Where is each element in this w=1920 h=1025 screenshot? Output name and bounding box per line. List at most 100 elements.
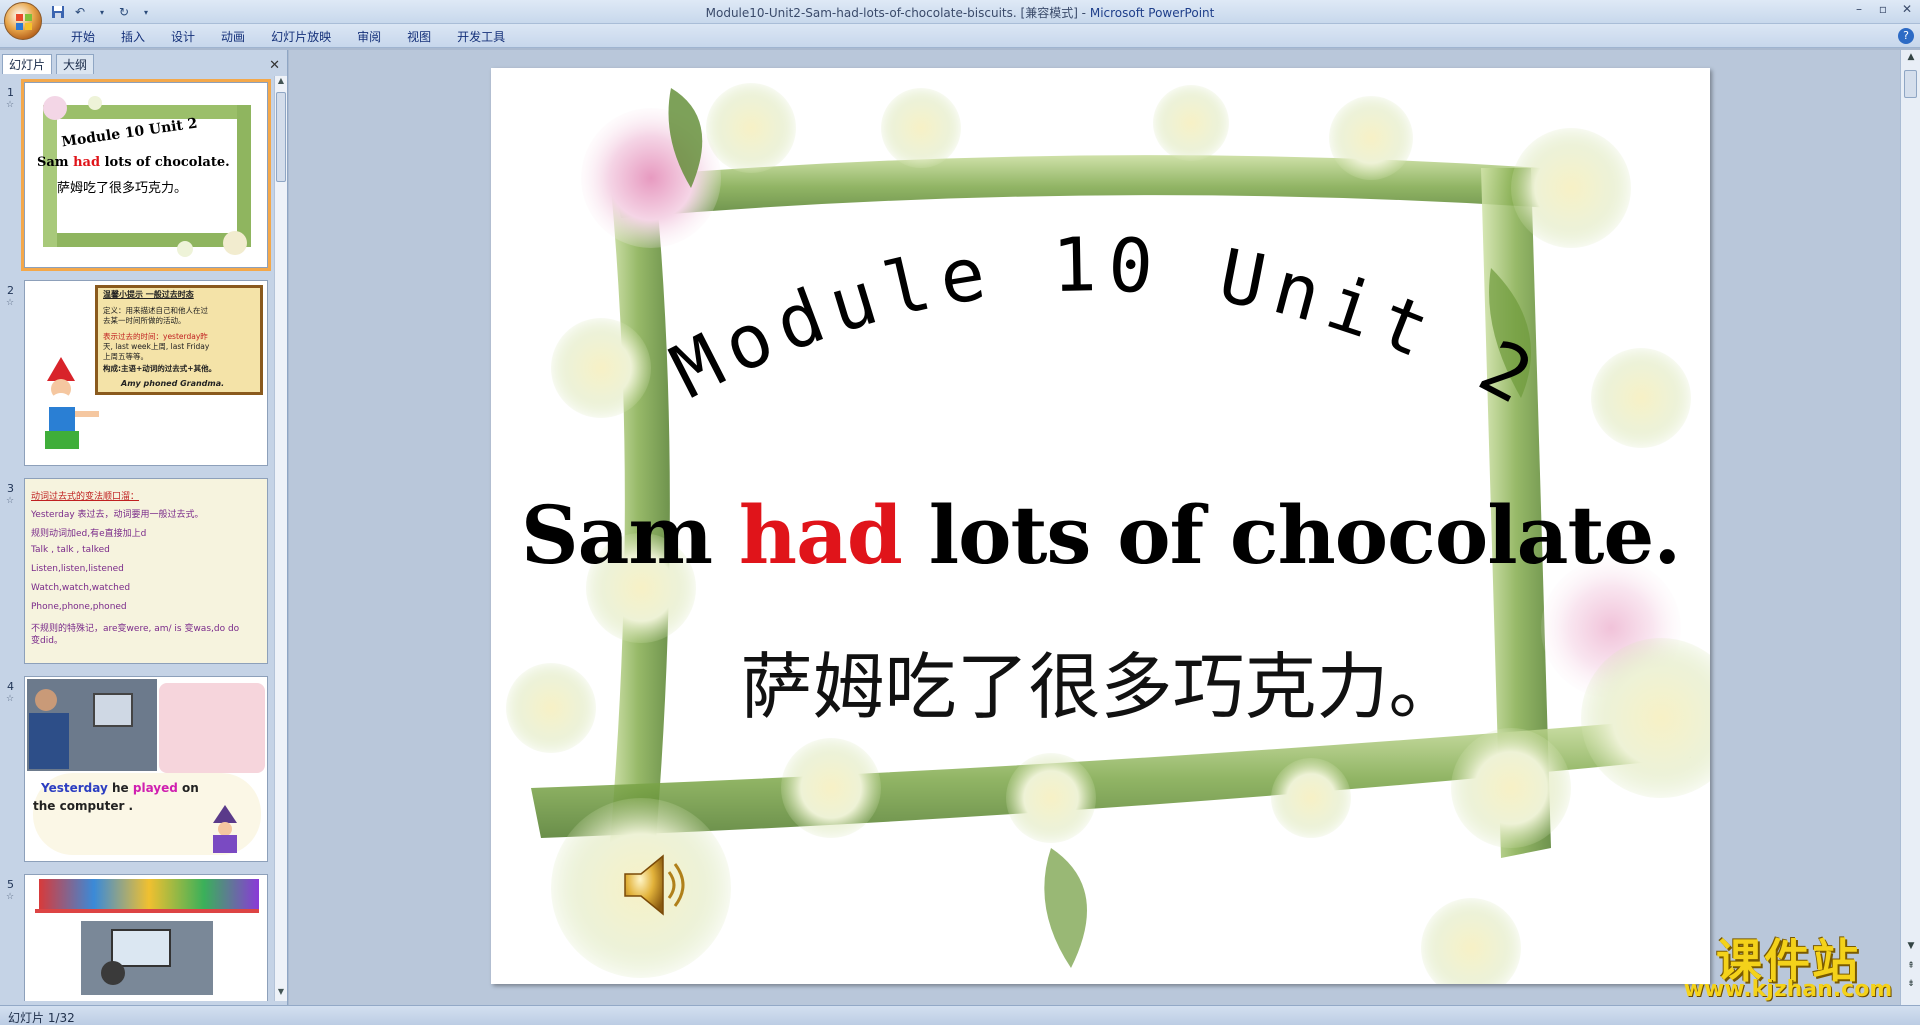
animation-icon: ☆ (6, 892, 15, 902)
thumb-cn: 萨姆吃了很多巧克力。 (57, 181, 188, 196)
thumb-line: 变did。 (31, 636, 63, 646)
thumb-red-line (35, 909, 259, 913)
person-body-art (29, 713, 69, 769)
thumb-title: Sam had lots of chocolate. (37, 155, 230, 170)
document-title: Module10-Unit2-Sam-had-lots-of-chocolate… (705, 6, 1090, 20)
window-controls: – ▫ ✕ (1852, 2, 1914, 16)
thumbnail-scrollbar[interactable]: ▲ ▼ (274, 76, 287, 1001)
thumb-title-part: lots of chocolate. (100, 155, 230, 170)
thumb-photo (81, 921, 213, 995)
thumb-photo (27, 679, 157, 771)
scroll-thumb[interactable] (1904, 70, 1917, 98)
gnome-character-art (45, 357, 99, 449)
maximize-icon[interactable]: ▫ (1876, 2, 1890, 16)
title-bar: ↶ ▾ ↻ ▾ Module10-Unit2-Sam-had-lots-of-c… (0, 0, 1920, 24)
title-highlight-word: had (738, 488, 903, 582)
thumbnail-row: 2 ☆ 温馨小提示 一般过去时态 定义：用来描述自己和他人在过 去某一时间所做的… (0, 280, 275, 470)
close-icon[interactable]: ✕ (1900, 2, 1914, 16)
close-panel-icon[interactable]: ✕ (269, 58, 280, 73)
thumb-line: Phone,phone,phoned (31, 602, 127, 612)
flower-frame-art (43, 96, 251, 257)
tab-design[interactable]: 设计 (158, 29, 208, 45)
thumbnail-list: 1 ☆ Module 10 Unit 2 Sam had lots of cho… (0, 76, 275, 1001)
app-name: Microsoft PowerPoint (1089, 6, 1215, 20)
slide-number: 3 (7, 482, 14, 495)
computer-monitor-art (93, 693, 133, 727)
thumbnail-row: 5 ☆ (0, 874, 275, 1001)
thumb-line: Listen,listen,listened (31, 564, 124, 574)
slide-number: 5 (7, 878, 14, 891)
slide-thumbnail-4[interactable]: Yesterday he played on the computer . (24, 676, 268, 862)
current-slide[interactable]: Module 10 Unit 2 Sam had lots of chocola… (491, 68, 1710, 984)
tab-developer[interactable]: 开发工具 (444, 29, 518, 45)
slide-title[interactable]: Sam had lots of chocolate. (491, 488, 1710, 582)
caption-word: he (107, 781, 133, 795)
slide-subtitle-cn[interactable]: 萨姆吃了很多巧克力。 (491, 628, 1710, 733)
title-part: lots of chocolate. (901, 488, 1681, 582)
slides-panel: 幻灯片 大纲 ✕ 1 ☆ Module 10 Unit 2 Sam had lo… (0, 50, 288, 1005)
thumb-line: Yesterday 表过去，动词要用一般过去式。 (31, 510, 204, 520)
thumbnail-row: 1 ☆ Module 10 Unit 2 Sam had lots of cho… (0, 79, 275, 272)
arc-heading: Module 10 Unit 2 (658, 222, 1554, 425)
thumb-line: 上周五等等。 (103, 352, 148, 361)
thumb-title-part: Sam (37, 155, 74, 170)
person-head-art (35, 689, 57, 711)
arc-heading-text: Module 10 Unit 2 (658, 222, 1544, 425)
tab-slides[interactable]: 幻灯片 (2, 54, 53, 74)
tab-insert[interactable]: 插入 (108, 29, 158, 45)
slide-number: 4 (7, 680, 14, 693)
thumb-line: Talk , talk , talked (31, 545, 110, 555)
wizard-character-art (213, 805, 237, 853)
ribbon: 开始 插入 设计 动画 幻灯片放映 审阅 视图 开发工具 ? (0, 24, 1920, 48)
window-title: Module10-Unit2-Sam-had-lots-of-chocolate… (0, 4, 1920, 21)
tab-view[interactable]: 视图 (394, 29, 444, 45)
thumb-line: 构成:主语+动词的过去式+其他。 (103, 364, 217, 373)
panel-tabs: 幻灯片 大纲 ✕ (0, 54, 288, 74)
tab-animations[interactable]: 动画 (208, 29, 258, 45)
animation-icon: ☆ (6, 694, 15, 704)
thumbnail-row: 3 ☆ 动词过去式的变法顺口溜： Yesterday 表过去，动词要用一般过去式… (0, 478, 275, 668)
thumb-caption-line2: the computer . (33, 799, 134, 813)
thumb-line: 规则动词加ed,有e直接加上d (31, 529, 147, 539)
scroll-thumb[interactable] (276, 92, 286, 182)
thumb-colorful-banner (39, 879, 259, 909)
person-head-art (101, 961, 125, 985)
animation-icon: ☆ (6, 100, 15, 110)
animation-icon: ☆ (6, 496, 15, 506)
scroll-down-icon[interactable]: ▼ (275, 987, 287, 1001)
slide-editing-area: Module 10 Unit 2 Sam had lots of chocola… (289, 50, 1900, 1005)
tab-slideshow[interactable]: 幻灯片放映 (258, 29, 344, 45)
slide-number: 1 (7, 86, 14, 99)
slide-thumbnail-2[interactable]: 温馨小提示 一般过去时态 定义：用来描述自己和他人在过 去某一时间所做的活动。 … (24, 280, 268, 466)
tab-outline[interactable]: 大纲 (56, 54, 95, 74)
scroll-up-icon[interactable]: ▲ (275, 76, 287, 90)
watermark-url: www.kjzhan.com (1683, 977, 1893, 1002)
minimize-icon[interactable]: – (1852, 2, 1866, 16)
speaker-icon[interactable] (619, 850, 689, 920)
thumb-line: Watch,watch,watched (31, 583, 131, 593)
tab-review[interactable]: 审阅 (344, 29, 394, 45)
slide-number: 2 (7, 284, 14, 297)
caption-word: on (177, 781, 199, 795)
status-bar: 幻灯片 1/32 (0, 1005, 1920, 1025)
slide-counter: 幻灯片 1/32 (8, 1011, 75, 1025)
tab-home[interactable]: 开始 (58, 29, 108, 45)
watermark-logo: 课件站 www.kjzhan.com (1668, 925, 1908, 1003)
slide-thumbnail-5[interactable] (24, 874, 268, 1001)
slide-vertical-scrollbar[interactable]: ▲ ▼ ⇞ ⇟ (1900, 50, 1920, 1005)
ribbon-tabs: 开始 插入 设计 动画 幻灯片放映 审阅 视图 开发工具 (58, 29, 518, 45)
thumb-line: Amy phoned Grandma. (121, 379, 225, 388)
animation-icon: ☆ (6, 298, 15, 308)
thumb-line: 动词过去式的变法顺口溜： (31, 492, 140, 502)
caption-word: played (132, 781, 178, 795)
help-icon[interactable]: ? (1898, 28, 1914, 44)
thumb-title-highlight: had (73, 155, 101, 170)
thumb-line: 温馨小提示 一般过去时态 (103, 290, 194, 299)
slide-thumbnail-1[interactable]: Module 10 Unit 2 Sam had lots of chocola… (21, 79, 271, 271)
slide-thumbnail-3[interactable]: 动词过去式的变法顺口溜： Yesterday 表过去，动词要用一般过去式。 规则… (24, 478, 268, 664)
thumbnail-row: 4 ☆ Yesterday he played on the computer … (0, 676, 275, 866)
thumb-pink-panel (159, 683, 265, 773)
caption-word: Yesterday (41, 781, 108, 795)
office-button[interactable] (4, 2, 42, 40)
scroll-up-icon[interactable]: ▲ (1903, 52, 1919, 66)
